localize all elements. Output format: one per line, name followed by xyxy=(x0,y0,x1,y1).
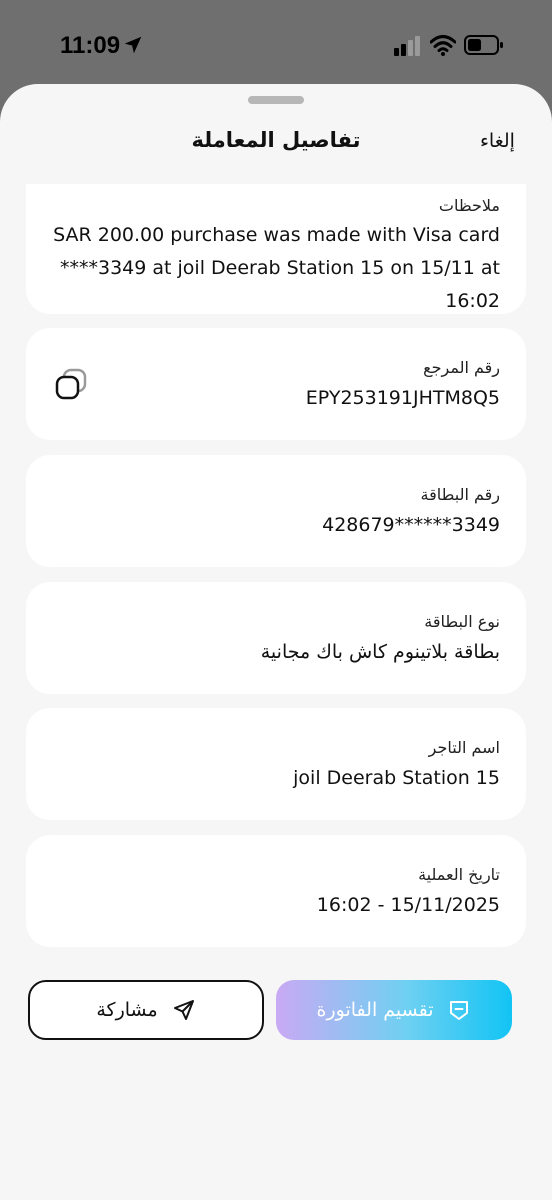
date-value: 16:02 - 15/11/2025 xyxy=(316,894,500,916)
wifi-icon xyxy=(430,35,456,56)
share-button-label: مشاركة xyxy=(96,999,158,1021)
split-bill-button[interactable]: تقسيم الفاتورة xyxy=(276,980,512,1040)
copy-icon[interactable] xyxy=(54,368,88,402)
card-number-value: 428679******3349 xyxy=(322,514,500,536)
share-button[interactable]: مشاركة xyxy=(28,980,264,1040)
status-time: 11:09 xyxy=(60,32,121,59)
notes-line-1: SAR 200.00 purchase was made with Visa c… xyxy=(53,224,500,246)
reference-value: EPY253191JHTM8Q5 xyxy=(305,387,500,409)
reference-card: رقم المرجع EPY253191JHTM8Q5 xyxy=(26,328,526,440)
card-number-label: رقم البطاقة xyxy=(420,485,500,504)
battery-icon xyxy=(464,35,503,55)
split-bill-label: تقسيم الفاتورة xyxy=(316,999,434,1021)
notes-value: SAR 200.00 purchase was made with Visa c… xyxy=(52,219,500,318)
notes-card: ملاحظات SAR 200.00 purchase was made wit… xyxy=(26,184,526,314)
date-card: تاريخ العملية 16:02 - 15/11/2025 xyxy=(26,835,526,947)
transaction-details-sheet: تفاصيل المعاملة إلغاء ملاحظات SAR 200.00… xyxy=(0,84,552,1200)
merchant-label: اسم التاجر xyxy=(428,738,500,757)
merchant-card: اسم التاجر joil Deerab Station 15 xyxy=(26,708,526,820)
card-type-card: نوع البطاقة بطاقة بلاتينوم كاش باك مجاني… xyxy=(26,582,526,694)
location-arrow-icon xyxy=(124,36,142,54)
reference-label: رقم المرجع xyxy=(423,358,500,377)
card-type-label: نوع البطاقة xyxy=(424,612,500,631)
page-title: تفاصيل المعاملة xyxy=(191,128,361,152)
cellular-signal-icon xyxy=(394,36,420,56)
receipt-icon xyxy=(450,1001,469,1020)
card-number-card: رقم البطاقة 428679******3349 xyxy=(26,455,526,567)
status-bar: 11:09 xyxy=(0,0,552,90)
date-label: تاريخ العملية xyxy=(418,865,500,884)
notes-line-2: ****3349 at joil Deerab Station 15 on 15… xyxy=(60,257,500,312)
card-type-value: بطاقة بلاتينوم كاش باك مجانية xyxy=(260,641,500,663)
cancel-button[interactable]: إلغاء xyxy=(480,130,515,152)
send-icon xyxy=(173,1000,194,1020)
merchant-value: joil Deerab Station 15 xyxy=(293,767,500,789)
notes-label: ملاحظات xyxy=(438,196,500,215)
sheet-grabber[interactable] xyxy=(248,96,304,104)
